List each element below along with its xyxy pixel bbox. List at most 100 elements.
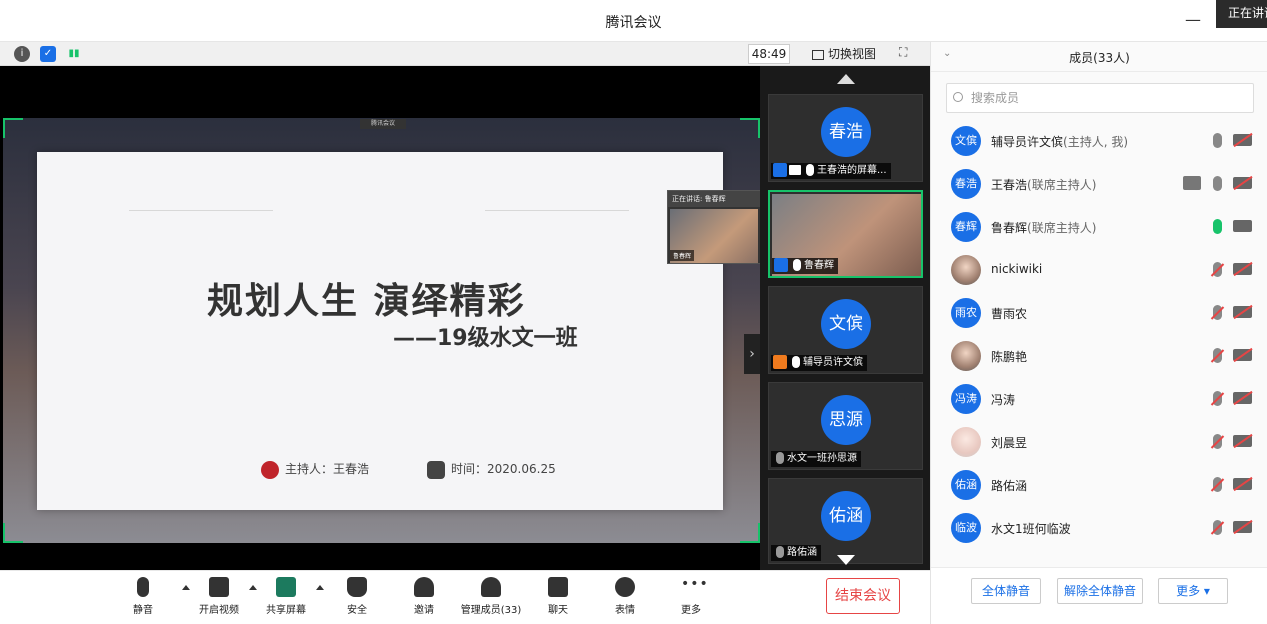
pip-header: 正在讲话: 鲁春辉 <box>668 191 760 207</box>
thumbnail-tile[interactable]: 佑涵 路佑涵 <box>768 478 923 564</box>
search-input[interactable]: 搜索成员 <box>946 83 1254 113</box>
thumbnail-tile-active[interactable]: 鲁春辉 <box>768 190 923 278</box>
share-screen-button[interactable]: 共享屏幕 <box>251 577 321 621</box>
camera-off-icon[interactable] <box>1233 349 1252 361</box>
user-icon <box>774 258 788 272</box>
mic-icon <box>793 259 801 271</box>
thumbnail-name: 鲁春辉 <box>804 260 834 271</box>
avatar <box>951 341 981 371</box>
member-row[interactable]: 陈鹏艳 <box>931 333 1267 376</box>
member-name: 冯涛 <box>991 393 1016 407</box>
thumbnail-label: 辅导员许文傧 <box>771 355 867 371</box>
mic-muted-icon[interactable] <box>1213 391 1222 406</box>
member-name: 辅导员许文傧(主持人, 我) <box>991 133 1128 150</box>
mute-button[interactable]: 静音 <box>108 577 178 621</box>
shield-icon[interactable]: ✓ <box>40 46 56 62</box>
mic-active-icon[interactable] <box>1213 219 1222 234</box>
avatar: 临波 <box>951 513 981 543</box>
avatar: 雨农 <box>951 298 981 328</box>
member-row[interactable]: 刘晨昱 <box>931 419 1267 462</box>
mic-muted-icon[interactable] <box>1213 520 1222 535</box>
member-name: 王春浩(联席主持人) <box>991 176 1096 193</box>
signal-icon[interactable]: ▮▮ <box>66 46 82 62</box>
mic-muted-icon[interactable] <box>1213 477 1222 492</box>
more-button[interactable]: ••• 更多 <box>656 577 726 621</box>
security-label: 安全 <box>347 605 367 616</box>
fullscreen-icon[interactable]: ⛶ <box>899 45 915 61</box>
mute-all-button[interactable]: 全体静音 <box>971 578 1041 604</box>
member-name: 水文1班何临波 <box>991 522 1071 536</box>
camera-off-icon[interactable] <box>1233 435 1252 447</box>
start-video-button[interactable]: 开启视频 <box>184 577 254 621</box>
invite-button[interactable]: 邀请 <box>389 577 459 621</box>
camera-off-icon[interactable] <box>1233 134 1252 146</box>
slide-time: 时间：2020.06.25 <box>427 460 556 479</box>
switch-view-button[interactable]: 切换视图 <box>812 44 884 64</box>
member-row[interactable]: 文傧 辅导员许文傧(主持人, 我) <box>931 118 1267 161</box>
member-row[interactable]: nickiwiki <box>931 247 1267 290</box>
shared-screen: 腾讯会议 规划人生 演绎精彩 ——19级水文一班 主持人：王春浩 时间：2020… <box>3 66 761 570</box>
presentation-slide: 规划人生 演绎精彩 ——19级水文一班 主持人：王春浩 时间：2020.06.2… <box>37 152 723 510</box>
mic-icon[interactable] <box>1213 133 1222 148</box>
unmute-all-button[interactable]: 解除全体静音 <box>1057 578 1143 604</box>
minimize-button[interactable]: — <box>1183 10 1203 30</box>
mic-icon[interactable] <box>1213 176 1222 191</box>
share-screen-label: 共享屏幕 <box>266 605 306 616</box>
camera-off-icon[interactable] <box>1233 521 1252 533</box>
video-thumbnail-list[interactable]: 春浩 王春浩的屏幕... 鲁春辉 文傧 辅导员许文傧 思源 水文一班孙思源 佑涵… <box>760 66 930 570</box>
share-frame-corner <box>3 523 23 543</box>
member-row[interactable]: 春浩 王春浩(联席主持人) <box>931 161 1267 204</box>
share-source-tag: 腾讯会议 <box>360 119 406 129</box>
calendar-icon <box>427 460 445 479</box>
security-button[interactable]: 安全 <box>322 577 392 621</box>
speaker-pip[interactable]: 正在讲话: 鲁春辉 鲁春辉 <box>667 190 761 264</box>
manage-members-button[interactable]: 管理成员(33) <box>456 577 526 621</box>
mic-muted-icon[interactable] <box>1213 348 1222 363</box>
member-row[interactable]: 雨农 曹雨农 <box>931 290 1267 333</box>
mic-muted-icon[interactable] <box>1213 262 1222 277</box>
members-footer: 全体静音 解除全体静音 更多 ▾ <box>931 567 1267 624</box>
slide-host: 主持人：王春浩 <box>261 460 369 479</box>
member-row[interactable]: 临波 水文1班何临波 <box>931 505 1267 548</box>
mic-muted-icon[interactable] <box>1213 305 1222 320</box>
info-icon[interactable]: i <box>14 46 30 62</box>
avatar: 春浩 <box>951 169 981 199</box>
host-icon <box>261 460 279 479</box>
camera-off-icon[interactable] <box>1233 478 1252 490</box>
search-placeholder: 搜索成员 <box>971 91 1020 105</box>
scroll-down-icon[interactable] <box>837 555 855 565</box>
switch-view-icon <box>812 49 824 60</box>
scroll-up-icon[interactable] <box>837 74 855 84</box>
add-user-icon <box>414 577 434 597</box>
meeting-toolbar: 静音 开启视频 共享屏幕 安全 邀请 管理成员(33) 聊天 表情 ••• 更多 … <box>0 570 930 624</box>
member-role: (联席主持人) <box>1027 221 1097 235</box>
reactions-label: 表情 <box>615 605 635 616</box>
user-icon <box>773 163 787 177</box>
camera-off-icon[interactable] <box>1233 306 1252 318</box>
mic-muted-icon[interactable] <box>1213 434 1222 449</box>
camera-off-icon[interactable] <box>1233 177 1252 189</box>
start-video-label: 开启视频 <box>199 605 239 616</box>
emoji-icon <box>615 577 635 597</box>
camera-icon[interactable] <box>1233 220 1252 232</box>
share-frame-corner <box>740 118 760 138</box>
mic-muted-icon <box>776 546 784 558</box>
member-row[interactable]: 佑涵 路佑涵 <box>931 462 1267 505</box>
members-title: 成员(33人) <box>1069 51 1130 65</box>
camera-off-icon[interactable] <box>1233 392 1252 404</box>
thumbnail-label: 王春浩的屏幕... <box>771 163 891 179</box>
camera-off-icon <box>209 577 229 597</box>
thumbnail-tile[interactable]: 文傧 辅导员许文傧 <box>768 286 923 374</box>
member-row[interactable]: 冯涛 冯涛 <box>931 376 1267 419</box>
more-options-button[interactable]: 更多 ▾ <box>1158 578 1228 604</box>
reactions-button[interactable]: 表情 <box>590 577 660 621</box>
thumbnail-tile[interactable]: 春浩 王春浩的屏幕... <box>768 94 923 182</box>
thumbnail-tile[interactable]: 思源 水文一班孙思源 <box>768 382 923 470</box>
chat-button[interactable]: 聊天 <box>523 577 593 621</box>
share-frame-corner <box>3 118 23 138</box>
member-row[interactable]: 春辉 鲁春辉(联席主持人) <box>931 204 1267 247</box>
expand-arrow-button[interactable]: › <box>744 334 760 374</box>
avatar <box>951 427 981 457</box>
camera-off-icon[interactable] <box>1233 263 1252 275</box>
end-meeting-button[interactable]: 结束会议 <box>826 578 900 614</box>
